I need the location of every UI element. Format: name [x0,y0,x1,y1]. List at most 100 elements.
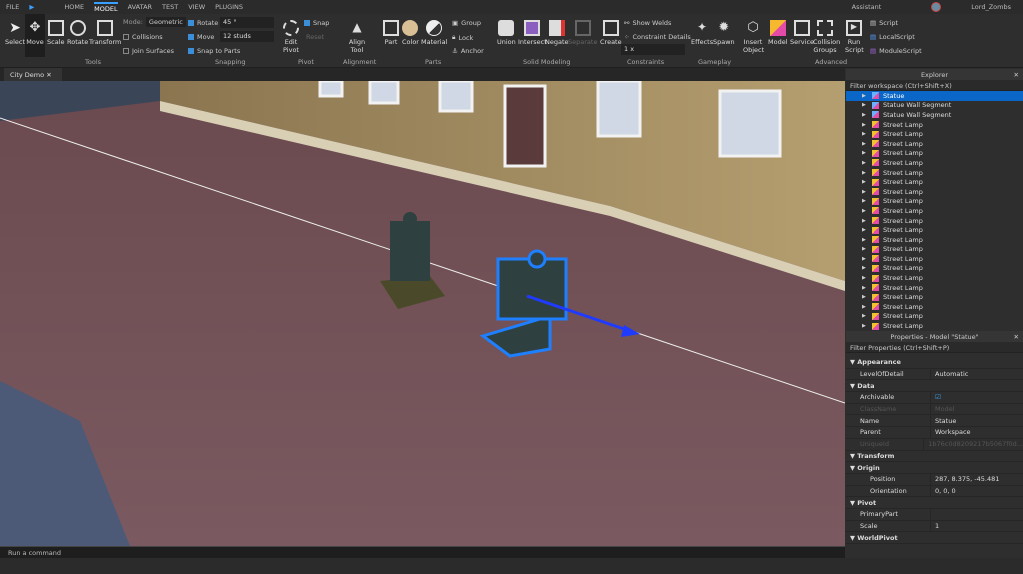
explorer-item[interactable]: ▶ Statue Wall Segment [846,110,1023,120]
checkbox[interactable] [123,48,129,54]
move-increment-input[interactable]: 12 studs [220,31,274,42]
expand-arrow-icon[interactable]: ▶ [862,227,868,233]
collapse-arrow-icon[interactable]: ▼ [850,534,857,542]
3d-viewport[interactable] [0,81,845,546]
close-icon[interactable]: ✕ [1014,71,1019,79]
expand-arrow-icon[interactable]: ▶ [862,131,868,137]
property-row[interactable]: Archivable ☑ [846,392,1023,404]
collapse-arrow-icon[interactable]: ▼ [850,358,857,366]
property-row[interactable]: UniqueId 1b76c0d8209217b5067f0d... [846,438,1023,451]
expand-arrow-icon[interactable]: ▶ [862,294,868,300]
expand-arrow-icon[interactable]: ▶ [862,285,868,291]
constraint-details-toggle[interactable]: ⁘ Constraint Details [624,33,691,41]
expand-arrow-icon[interactable]: ▶ [862,313,868,319]
insert-object-button[interactable]: ⬡ Insert Object [743,20,764,54]
select-button[interactable]: ➤ Select [5,20,25,46]
property-value[interactable]: 287, 8.375, -45.481 [930,473,1023,485]
expand-arrow-icon[interactable]: ▶ [862,246,868,252]
avatar[interactable] [931,2,942,12]
create-constraint-button[interactable]: Create [600,20,622,46]
explorer-item[interactable]: ▶ Street Lamp [846,264,1023,274]
expand-arrow-icon[interactable]: ▶ [862,304,868,310]
explorer-item[interactable]: ▶ Street Lamp [846,129,1023,139]
join-surfaces-toggle[interactable]: Join Surfaces [123,47,174,55]
localscript-button[interactable]: ▤ LocalScript [870,33,915,41]
tab-city-demo[interactable]: City Demo ✕ [4,68,62,81]
color-button[interactable]: Color [402,20,419,46]
run-script-button[interactable]: ▶ Run Script [845,20,864,54]
close-icon[interactable]: ✕ [46,71,51,79]
explorer-item[interactable]: ▶ Statue [846,91,1023,101]
lock-button[interactable]: 🔒︎ Lock [452,33,473,42]
explorer-item[interactable]: ▶ Statue Wall Segment [846,101,1023,111]
property-value[interactable]: Automatic [930,368,1023,380]
file-menu[interactable]: FILE [6,3,19,11]
property-row[interactable]: Orientation 0, 0, 0 [846,485,1023,498]
model-button[interactable]: Model [768,20,788,46]
separate-button[interactable]: Separate [568,20,597,46]
tab-model[interactable]: MODEL [94,1,118,13]
property-value[interactable]: 0, 0, 0 [930,485,1023,497]
expand-arrow-icon[interactable]: ▶ [862,198,868,204]
spawn-button[interactable]: ✹ Spawn [713,20,735,46]
collision-groups-button[interactable]: Collision Groups [813,20,840,54]
explorer-item[interactable]: ▶ Street Lamp [846,321,1023,331]
rotate-checkbox[interactable] [188,20,194,26]
expand-arrow-icon[interactable]: ▶ [862,112,868,118]
expand-arrow-icon[interactable]: ▶ [862,160,868,166]
expand-arrow-icon[interactable]: ▶ [862,102,868,108]
anchor-button[interactable]: ⚓︎ Anchor [452,47,484,55]
reset-pivot-button[interactable]: Reset [306,33,324,41]
property-value[interactable]: ☑ [930,392,1023,403]
username[interactable]: Lord_Zombs [971,3,1011,11]
explorer-item[interactable]: ▶ Street Lamp [846,283,1023,293]
command-bar[interactable]: Run a command [0,546,845,558]
expand-arrow-icon[interactable]: ▶ [862,218,868,224]
mode-dropdown[interactable]: Geometric [145,17,186,27]
show-welds-toggle[interactable]: ⚯ Show Welds [624,19,671,27]
property-row[interactable]: LevelOfDetail Automatic [846,368,1023,381]
tab-test[interactable]: TEST [162,3,178,11]
property-value[interactable] [930,508,1023,520]
expand-arrow-icon[interactable]: ▶ [862,208,868,214]
negate-button[interactable]: Negate [545,20,569,46]
property-value[interactable]: 1b76c0d8209217b5067f0d... [923,438,1023,450]
property-row[interactable]: ClassName Model [846,403,1023,416]
explorer-item[interactable]: ▶ Street Lamp [846,197,1023,207]
explorer-item[interactable]: ▶ Street Lamp [846,149,1023,159]
explorer-item[interactable]: ▶ Street Lamp [846,235,1023,245]
move-checkbox[interactable] [188,34,194,40]
tab-plugins[interactable]: PLUGINS [215,3,243,11]
explorer-item[interactable]: ▶ Street Lamp [846,302,1023,312]
effects-button[interactable]: ✦ Effects [691,20,713,46]
material-button[interactable]: Material [421,20,447,46]
property-row[interactable]: Name Statue [846,415,1023,428]
play-icon[interactable]: ▶ [29,3,34,11]
explorer-item[interactable]: ▶ Street Lamp [846,158,1023,168]
property-category[interactable]: ▼ Appearance [846,357,1023,369]
collapse-arrow-icon[interactable]: ▼ [850,452,857,460]
explorer-item[interactable]: ▶ Street Lamp [846,292,1023,302]
property-row[interactable]: Position 287, 8.375, -45.481 [846,473,1023,486]
expand-arrow-icon[interactable]: ▶ [862,265,868,271]
expand-arrow-icon[interactable]: ▶ [862,189,868,195]
explorer-item[interactable]: ▶ Street Lamp [846,312,1023,322]
explorer-item[interactable]: ▶ Street Lamp [846,273,1023,283]
assistant-button[interactable]: Assistant [852,3,882,11]
explorer-item[interactable]: ▶ Street Lamp [846,225,1023,235]
checkbox[interactable] [123,34,129,40]
rotate-button[interactable]: Rotate [67,20,88,46]
explorer-item[interactable]: ▶ Street Lamp [846,216,1023,226]
collapse-arrow-icon[interactable]: ▼ [850,464,857,472]
close-icon[interactable]: ✕ [1014,333,1019,341]
property-category[interactable]: ▼ WorldPivot [846,532,1023,544]
transform-button[interactable]: Transform [89,20,121,46]
script-button[interactable]: ▤ Script [870,19,898,27]
property-category[interactable]: ▼ Transform [846,451,1023,463]
expand-arrow-icon[interactable]: ▶ [862,237,868,243]
property-category[interactable]: ▼ Origin [846,462,1023,474]
explorer-item[interactable]: ▶ Street Lamp [846,168,1023,178]
part-button[interactable]: Part [383,20,399,46]
property-value[interactable]: Model [930,403,1023,415]
properties-filter-input[interactable]: Filter Properties (Ctrl+Shift+P) [846,342,1023,353]
